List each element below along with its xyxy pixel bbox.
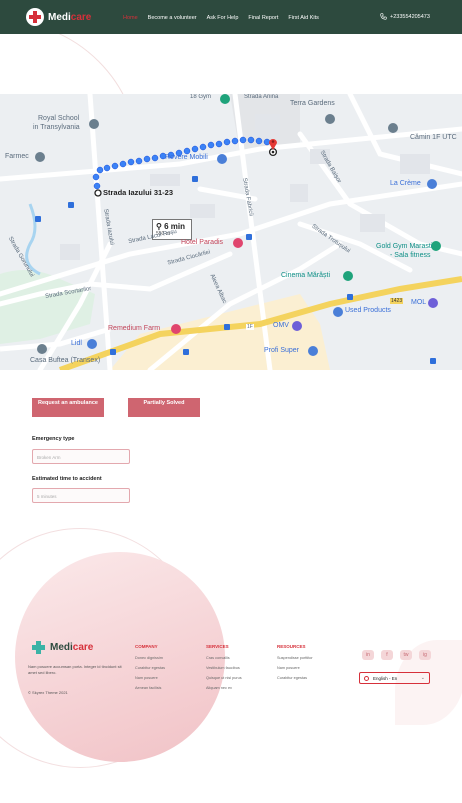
map-label: Terra Gardens xyxy=(290,100,335,107)
map-label: - Sala fitness xyxy=(390,252,431,259)
chevron-down-icon: ⌄ xyxy=(420,675,425,681)
estimated-time-label: Estimated time to accident xyxy=(32,476,102,482)
footer-brand-part1: Medi xyxy=(50,642,73,653)
footer-link[interactable]: Nam posuere xyxy=(135,676,165,680)
footer-column-company: COMPANY Donec dignissim Curabitur egesta… xyxy=(135,644,165,696)
emergency-type-label: Emergency type xyxy=(32,436,75,442)
footer-copyright: © Skyrex Theme 2021 xyxy=(28,690,68,695)
main-nav: Home Become a volunteer Ask For Help Fin… xyxy=(123,15,329,21)
footer-brand-logo[interactable]: Medicare xyxy=(32,641,93,654)
footer-column-title: COMPANY xyxy=(135,644,158,649)
phone-icon xyxy=(380,13,387,20)
phone-contact[interactable]: +233554205473 xyxy=(380,13,430,20)
nav-volunteer[interactable]: Become a volunteer xyxy=(148,15,197,21)
medical-cross-icon xyxy=(26,8,44,26)
estimated-time-input[interactable]: 5 minutes xyxy=(32,488,130,503)
map-label: Profi Super xyxy=(264,347,300,354)
map-label: OMV xyxy=(273,322,289,329)
language-value: English - En xyxy=(373,675,398,681)
map-label: Strada Anina xyxy=(244,94,279,100)
language-select[interactable]: English - En ⌄ xyxy=(359,672,430,684)
request-ambulance-button[interactable]: Request an ambulance xyxy=(32,398,104,417)
nav-home[interactable]: Home xyxy=(123,15,138,21)
footer-brand-part2: care xyxy=(72,642,94,653)
footer-column-services: SERVICES Cras convallis Vestibulum fauci… xyxy=(206,644,242,696)
brand-name: Medicare xyxy=(48,12,91,23)
linkedin-icon[interactable]: in xyxy=(362,650,374,660)
brand-name-part1: Medi xyxy=(48,11,71,23)
nav-final-report[interactable]: Final Report xyxy=(248,15,278,21)
footer-column-title: RESOURCES xyxy=(277,644,306,649)
footer-link[interactable]: Curabitur egestas xyxy=(277,676,313,680)
footer-link[interactable]: Donec dignissim xyxy=(135,656,165,660)
footer-link[interactable]: Nam posuere xyxy=(277,666,313,670)
footer-decorative-circle xyxy=(15,552,225,762)
instagram-icon[interactable]: ig xyxy=(419,650,431,660)
footer-column-title: SERVICES xyxy=(206,644,229,649)
map-label: Remedium Farm xyxy=(108,325,161,332)
map-label: Used Products xyxy=(345,307,391,314)
header: Medicare Home Become a volunteer Ask For… xyxy=(0,0,462,34)
walk-icon: ⚲ xyxy=(156,222,165,231)
nav-first-aid[interactable]: First Aid Kits xyxy=(288,15,319,21)
medical-cross-icon xyxy=(32,641,45,654)
map-road-number: 1423 xyxy=(390,298,404,304)
partially-solved-button[interactable]: Partially Solved xyxy=(128,398,200,417)
map-label: MOL xyxy=(411,299,427,306)
map-label: Casa Buftea (Transex) xyxy=(30,357,101,364)
map-label-origin: Strada Iazului 31-23 xyxy=(103,188,174,197)
phone-number: +233554205473 xyxy=(390,13,430,20)
footer-link[interactable]: Aenean facilisis xyxy=(135,686,165,690)
footer-link[interactable]: Suspendisse porttitor xyxy=(277,656,313,660)
map-road-number: 1F xyxy=(246,324,254,330)
map-label: 18 Gym xyxy=(190,94,212,100)
map-label: Cămin 1F UTC xyxy=(410,134,457,141)
map-label: in Transylvania xyxy=(33,124,80,131)
footer-brand-name: Medicare xyxy=(50,642,93,653)
footer-link[interactable]: Quisque ut nisl purus xyxy=(206,676,242,680)
globe-icon xyxy=(364,675,369,681)
map-label: Cinema Mărăști xyxy=(281,272,331,279)
twitter-icon[interactable]: tw xyxy=(400,650,412,660)
page: Medicare Home Become a volunteer Ask For… xyxy=(0,0,462,803)
footer-link[interactable]: Aliquam nec ex xyxy=(206,686,242,690)
footer-link[interactable]: Cras convallis xyxy=(206,656,242,660)
map-label: Hotel Paradis xyxy=(181,239,224,246)
map-label: Royal School xyxy=(38,115,80,122)
footer-description: Nam posuere accumsan porta. Integer id t… xyxy=(28,664,122,675)
map-label: Rovere Mobili xyxy=(165,154,208,161)
facebook-icon[interactable]: f xyxy=(381,650,393,660)
map-label: La Crème xyxy=(390,180,421,187)
brand-name-part2: care xyxy=(70,11,92,23)
brand-logo[interactable]: Medicare xyxy=(26,8,91,26)
map-label: Gold Gym Marasti xyxy=(376,243,433,250)
footer-column-resources: RESOURCES Suspendisse porttitor Nam posu… xyxy=(277,644,313,686)
map-label: Lidl xyxy=(71,340,82,347)
social-links: in f tw ig xyxy=(362,650,431,660)
emergency-type-input[interactable]: Broken Arm xyxy=(32,449,130,464)
map-canvas xyxy=(0,94,462,370)
route-map[interactable]: ⚲ 6 min 550 m 18 Gym Strada Anina Terra … xyxy=(0,94,462,370)
nav-ask-help[interactable]: Ask For Help xyxy=(207,15,239,21)
footer-link[interactable]: Vestibulum faucibus xyxy=(206,666,242,670)
footer-link[interactable]: Curabitur egestas xyxy=(135,666,165,670)
map-label: Farmec xyxy=(5,153,29,160)
